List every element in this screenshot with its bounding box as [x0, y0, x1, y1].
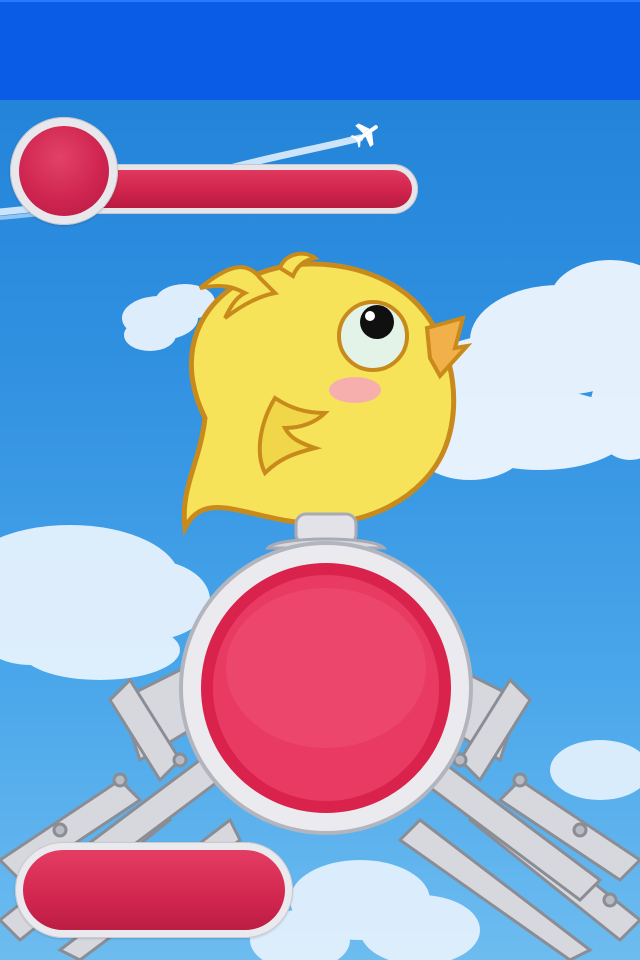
jump-button[interactable]: [178, 508, 474, 838]
chick-character: [181, 251, 473, 537]
bottom-action-button[interactable]: [15, 842, 293, 938]
bottom-action-button-face: [23, 850, 285, 930]
power-slider-fill: [68, 170, 412, 208]
airplane-icon: [350, 123, 378, 148]
power-slider-knob[interactable]: [10, 117, 118, 225]
top-bar: [0, 0, 640, 100]
power-slider-knob-face: [19, 126, 109, 216]
game-stage: [0, 0, 640, 960]
